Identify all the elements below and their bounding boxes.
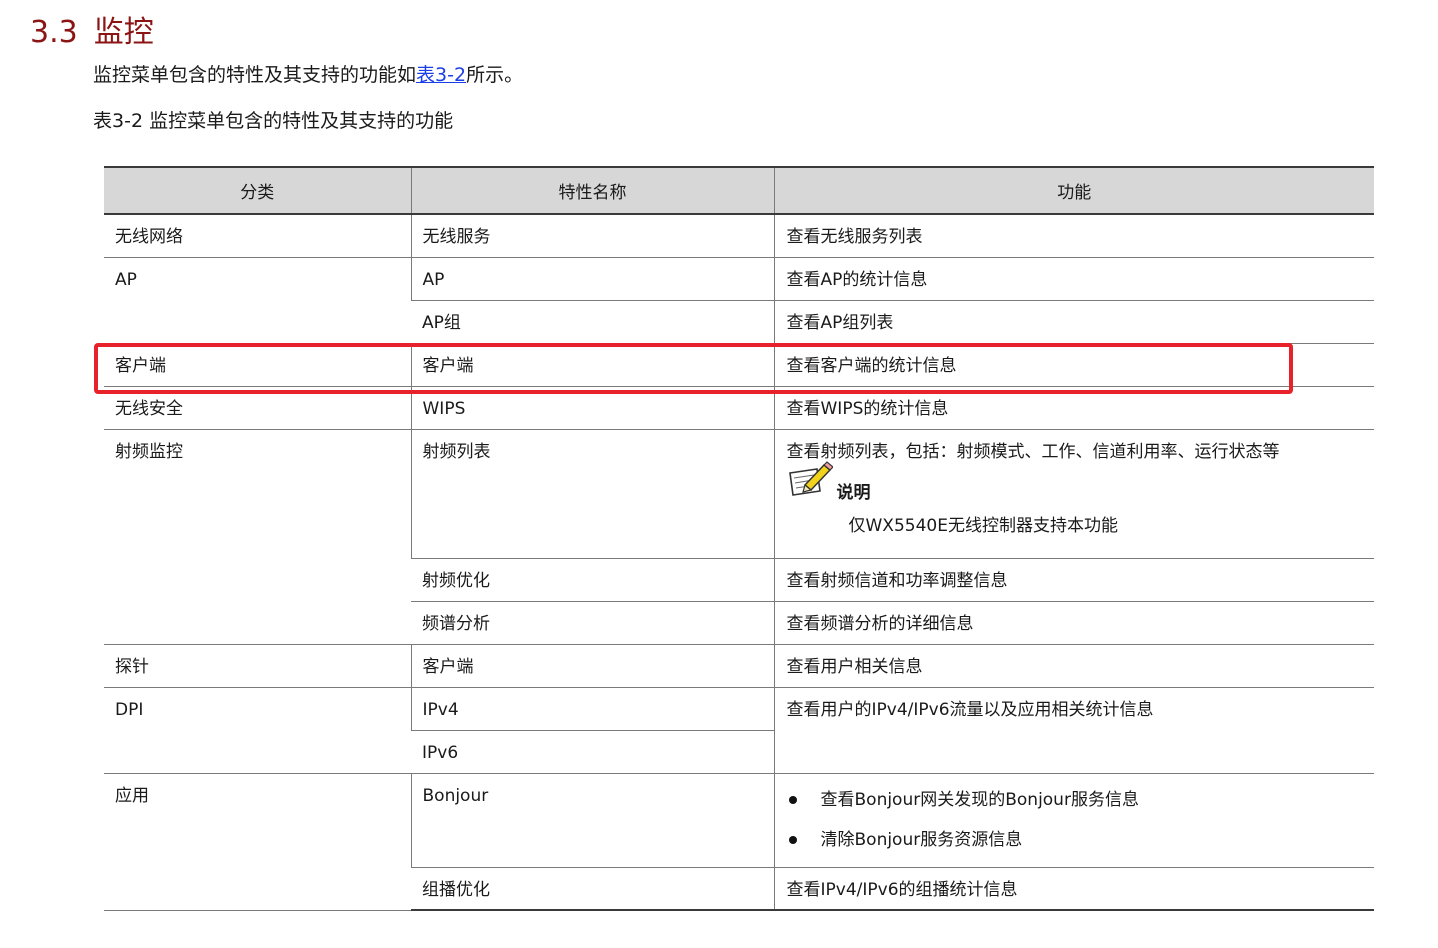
- table-row: 无线安全 WIPS 查看WIPS的统计信息: [104, 386, 1374, 430]
- table-row: DPI IPv4 查看用户的IPv4/IPv6流量以及应用相关统计信息: [104, 687, 1374, 774]
- feature-cell: 组播优化: [411, 867, 774, 911]
- function-cell: 查看用户的IPv4/IPv6流量以及应用相关统计信息: [773, 687, 1374, 774]
- category-cell: AP: [104, 257, 411, 344]
- feature-cell: 频谱分析: [411, 601, 774, 645]
- section-number: 3.3: [30, 15, 78, 50]
- table-row-highlighted: 客户端 客户端 查看客户端的统计信息: [104, 343, 1374, 387]
- function-cell: 查看AP组列表: [773, 300, 1374, 344]
- note-pencil-icon: [787, 460, 834, 505]
- feature-cell: AP组: [411, 300, 774, 344]
- table-row: 探针 客户端 查看用户相关信息: [104, 644, 1374, 688]
- table-row: AP AP 查看AP的统计信息: [104, 257, 1374, 344]
- function-cell: 查看频谱分析的详细信息: [773, 601, 1374, 645]
- feature-cell: AP: [410, 257, 774, 301]
- category-cell: 探针: [104, 644, 411, 688]
- feature-cell: Bonjour: [410, 773, 774, 868]
- function-cell: 查看客户端的统计信息: [773, 343, 1374, 387]
- function-cell: 查看射频列表，包括：射频模式、工作、信道利用率、运行状态等 说明 仅WX5540…: [773, 429, 1374, 559]
- category-cell: 无线安全: [104, 386, 411, 430]
- feature-cell: 客户端: [410, 644, 774, 688]
- header-category: 分类: [104, 166, 411, 215]
- bullet-item: 清除Bonjour服务资源信息: [787, 827, 1364, 867]
- table-caption: 表3-2 监控菜单包含的特性及其支持的功能: [93, 110, 454, 132]
- category-cell: 射频监控: [104, 429, 411, 645]
- section-heading: 3.3 监控: [30, 12, 154, 54]
- function-cell: 查看WIPS的统计信息: [773, 386, 1374, 430]
- function-cell: 查看IPv4/IPv6的组播统计信息: [773, 867, 1374, 911]
- feature-cell: IPv6: [411, 730, 774, 774]
- table-row: 射频监控 射频列表 查看射频列表，包括：射频模式、工作、信道利用率、运行状态等: [104, 429, 1374, 645]
- feature-table: 分类 特性名称 功能 无线网络 无线服务 查看无线服务列表 AP AP 查看AP…: [104, 166, 1374, 911]
- note-text: 仅WX5540E无线控制器支持本功能: [848, 515, 1118, 536]
- section-title: 监控: [93, 15, 154, 50]
- intro-paragraph: 监控菜单包含的特性及其支持的功能如表3-2所示。: [93, 60, 523, 90]
- bullet-list: 查看Bonjour网关发现的Bonjour服务信息 清除Bonjour服务资源信…: [787, 787, 1364, 867]
- table-ref-link[interactable]: 表3-2: [416, 64, 466, 86]
- table-row: 无线网络 无线服务 查看无线服务列表: [104, 214, 1374, 258]
- header-feature: 特性名称: [410, 166, 774, 215]
- feature-cell: IPv4: [410, 687, 774, 731]
- category-cell: 应用: [104, 773, 411, 911]
- function-cell: 查看AP的统计信息: [773, 257, 1374, 301]
- function-cell: 查看射频信道和功率调整信息: [773, 558, 1374, 602]
- intro-text-after: 所示。: [466, 64, 524, 86]
- category-cell: 客户端: [104, 343, 411, 387]
- feature-cell: 客户端: [410, 343, 774, 387]
- category-cell: 无线网络: [104, 214, 411, 258]
- table-header-row: 分类 特性名称 功能: [104, 166, 1374, 215]
- feature-cell: 射频列表: [410, 429, 774, 559]
- function-cell: 查看用户相关信息: [773, 644, 1374, 688]
- category-cell: DPI: [104, 687, 411, 774]
- feature-cell: WIPS: [410, 386, 774, 430]
- table-row: 应用 Bonjour 查看Bonjour网关发现的Bonjour服务信息 清除B…: [104, 773, 1374, 911]
- header-function: 功能: [773, 166, 1374, 215]
- feature-cell: 无线服务: [410, 214, 774, 258]
- note-heading: 说明: [787, 460, 1364, 505]
- bullet-item: 查看Bonjour网关发现的Bonjour服务信息: [787, 787, 1364, 827]
- function-text: 查看射频列表，包括：射频模式、工作、信道利用率、运行状态等: [786, 441, 1280, 462]
- function-cell: 查看无线服务列表: [773, 214, 1374, 258]
- intro-text-before: 监控菜单包含的特性及其支持的功能如: [93, 64, 417, 86]
- note-label: 说明: [836, 482, 871, 503]
- function-cell: 查看Bonjour网关发现的Bonjour服务信息 清除Bonjour服务资源信…: [773, 773, 1374, 868]
- feature-cell: 射频优化: [411, 558, 774, 602]
